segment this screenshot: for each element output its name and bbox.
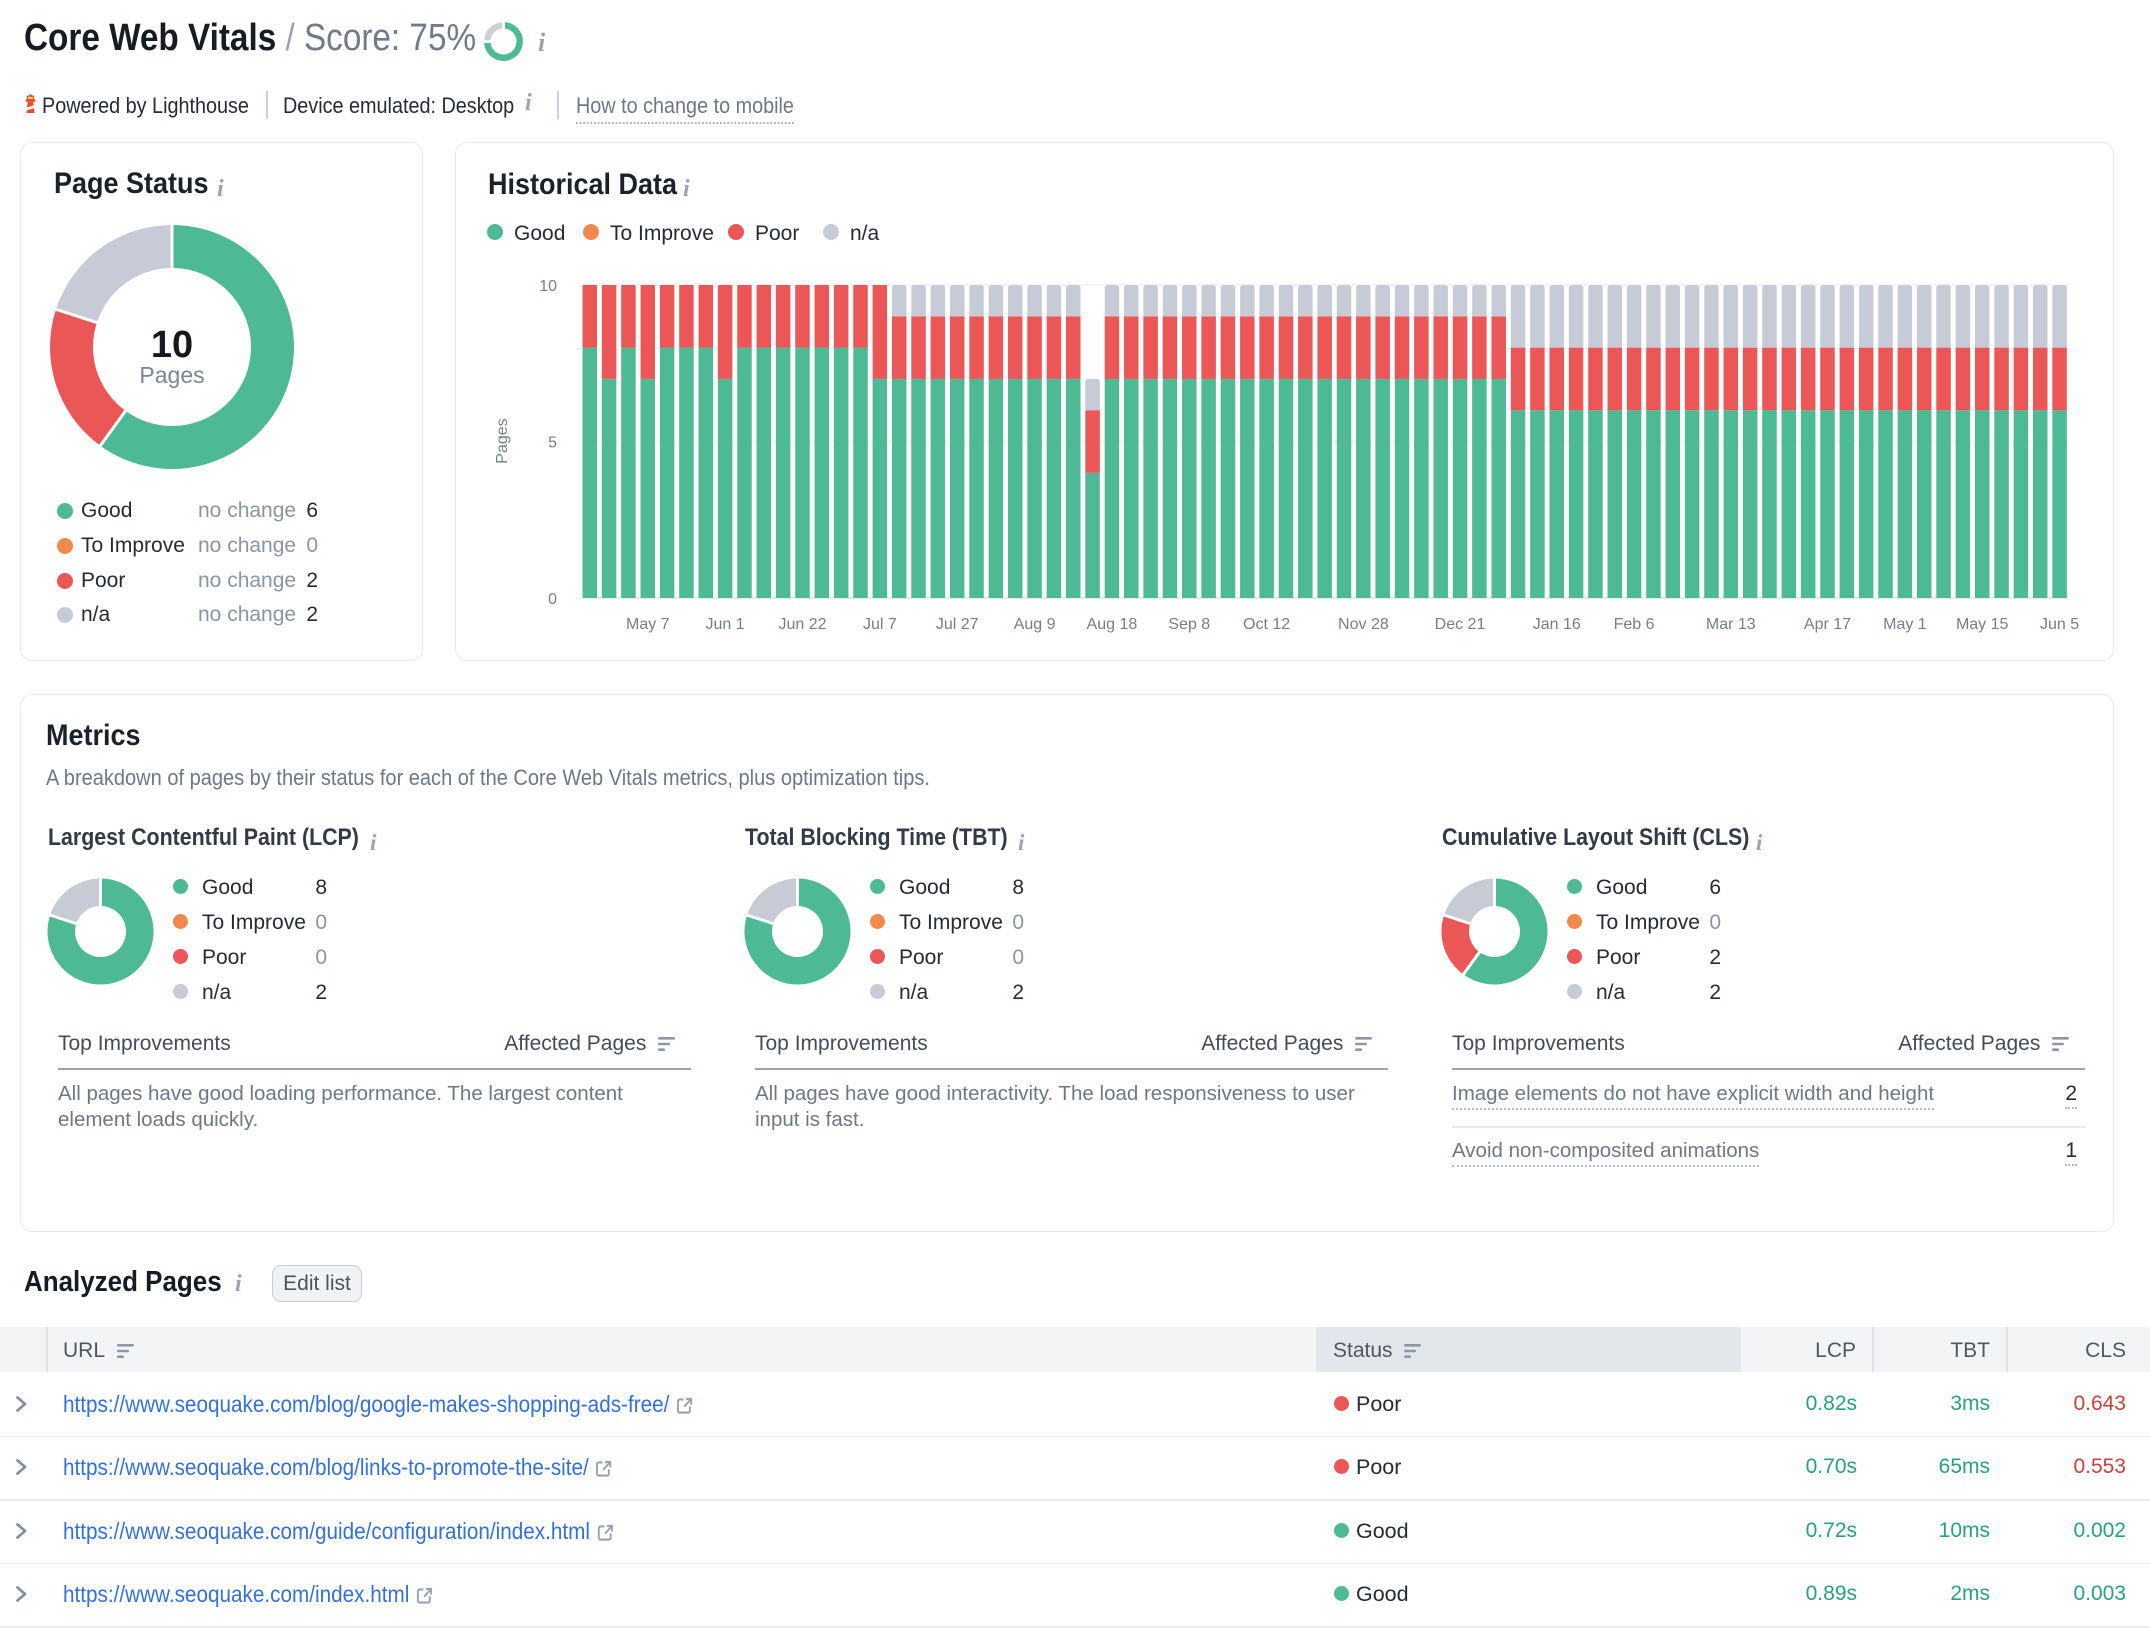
svg-text:Mar 13: Mar 13 [1706, 616, 1756, 633]
svg-text:Jun 22: Jun 22 [778, 616, 826, 633]
svg-text:Dec 21: Dec 21 [1435, 616, 1486, 633]
svg-text:Feb 6: Feb 6 [1614, 616, 1655, 633]
svg-text:5: 5 [548, 435, 557, 452]
svg-text:Jul 7: Jul 7 [863, 616, 897, 633]
svg-text:Nov 28: Nov 28 [1338, 616, 1389, 633]
svg-text:10: 10 [539, 278, 557, 295]
svg-text:Jun 1: Jun 1 [706, 616, 745, 633]
svg-text:Jun 5: Jun 5 [2040, 616, 2079, 633]
svg-text:Aug 9: Aug 9 [1014, 616, 1056, 633]
svg-text:Oct 12: Oct 12 [1243, 616, 1290, 633]
svg-text:Apr 17: Apr 17 [1804, 616, 1851, 633]
svg-text:May 1: May 1 [1883, 616, 1927, 633]
svg-text:0: 0 [548, 591, 557, 608]
svg-text:Pages: Pages [494, 418, 511, 463]
svg-text:Aug 18: Aug 18 [1087, 616, 1138, 633]
svg-text:May 7: May 7 [626, 616, 670, 633]
svg-text:Sep 8: Sep 8 [1168, 616, 1210, 633]
svg-text:Jul 27: Jul 27 [936, 616, 979, 633]
svg-text:May 15: May 15 [1956, 616, 2009, 633]
svg-text:Jan 16: Jan 16 [1533, 616, 1581, 633]
